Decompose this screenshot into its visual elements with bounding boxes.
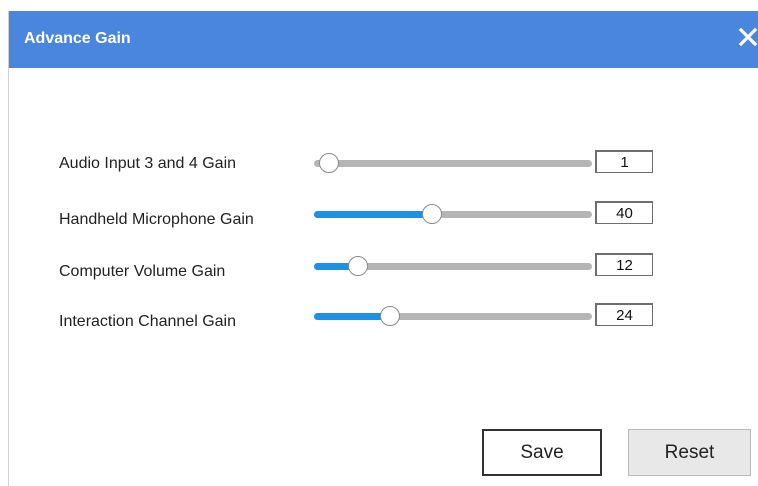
advance-gain-dialog: Advance Gain Audio Input 3 and 4 Gain Ha… bbox=[8, 11, 758, 486]
value-input-computer-volume[interactable] bbox=[595, 253, 653, 276]
value-input-handheld-mic[interactable] bbox=[595, 201, 653, 224]
slider-thumb[interactable] bbox=[348, 256, 368, 276]
dialog-titlebar: Advance Gain bbox=[9, 11, 758, 68]
slider-track bbox=[314, 160, 592, 167]
close-icon[interactable] bbox=[737, 25, 758, 49]
gain-label-handheld-mic: Handheld Microphone Gain bbox=[59, 211, 254, 228]
slider-thumb[interactable] bbox=[380, 306, 400, 326]
gain-label-audio-input: Audio Input 3 and 4 Gain bbox=[59, 155, 237, 172]
slider-interaction-channel[interactable] bbox=[314, 304, 594, 328]
dialog-title: Advance Gain bbox=[24, 30, 131, 47]
value-input-audio-input[interactable] bbox=[595, 150, 653, 173]
gain-label-interaction-channel: Interaction Channel Gain bbox=[59, 313, 236, 330]
slider-thumb[interactable] bbox=[319, 153, 339, 173]
slider-fill bbox=[314, 211, 432, 218]
value-input-interaction-channel[interactable] bbox=[595, 303, 653, 326]
slider-audio-input[interactable] bbox=[314, 151, 594, 175]
save-button[interactable]: Save bbox=[482, 429, 602, 476]
reset-button[interactable]: Reset bbox=[628, 429, 751, 476]
slider-computer-volume[interactable] bbox=[314, 254, 594, 278]
slider-thumb[interactable] bbox=[422, 204, 442, 224]
gain-label-computer-volume: Computer Volume Gain bbox=[59, 263, 226, 280]
slider-handheld-mic[interactable] bbox=[314, 202, 594, 226]
slider-fill bbox=[314, 313, 390, 320]
